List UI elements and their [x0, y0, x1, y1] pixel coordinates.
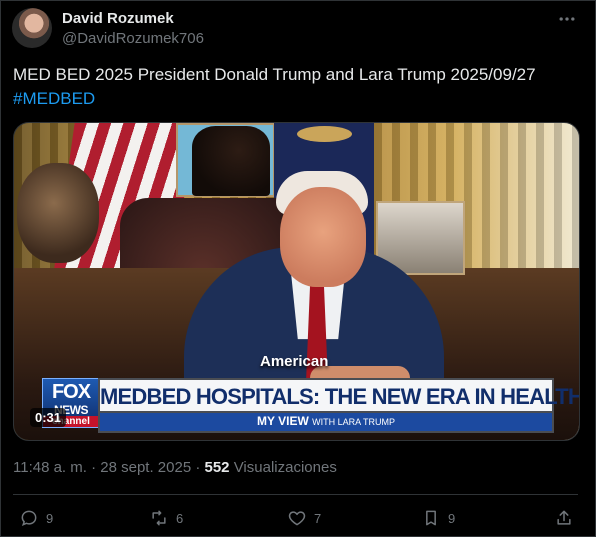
- news-lower-third: FOX NEWS channel MEDBED HOSPITALS: THE N…: [14, 375, 579, 440]
- divider: [13, 494, 578, 495]
- avatar[interactable]: [12, 8, 52, 48]
- channel-logo-fox: FOX: [51, 381, 91, 403]
- repost-icon: [152, 510, 166, 526]
- tweet-text: MED BED 2025 President Donald Trump and …: [13, 63, 573, 111]
- author-display-name[interactable]: David Rozumek: [62, 10, 174, 27]
- repost-button[interactable]: 6: [149, 506, 183, 530]
- reply-icon: [21, 510, 37, 526]
- author-handle[interactable]: @DavidRozumek706: [62, 30, 204, 47]
- tweet-time-date[interactable]: 11:48 a. m. · 28 sept. 2025 ·: [13, 459, 205, 476]
- like-count: 7: [314, 510, 322, 526]
- share-icon: [557, 510, 571, 525]
- views-label: Visualizaciones: [229, 459, 337, 476]
- subheadline-main: MY VIEW: [257, 414, 309, 428]
- hashtag-link[interactable]: #MEDBED: [13, 89, 95, 108]
- video-caption: American: [260, 353, 329, 370]
- face-shape: [280, 187, 366, 287]
- video-headline: MEDBED HOSPITALS: THE NEW ERA IN HEALTHC…: [100, 384, 579, 409]
- tweet-card[interactable]: David Rozumek @DavidRozumek706 MED BED 2…: [0, 0, 596, 537]
- presidential-seal-image: [297, 126, 352, 142]
- reply-button[interactable]: 9: [19, 506, 53, 530]
- video-player[interactable]: American FOX NEWS channel MEDBED HOSPITA…: [13, 122, 580, 441]
- repost-count: 6: [176, 510, 184, 526]
- tweet-body: MED BED 2025 President Donald Trump and …: [13, 65, 536, 84]
- subheadline-small: WITH LARA TRUMP: [312, 417, 395, 427]
- bookmark-button[interactable]: 9: [421, 506, 455, 530]
- video-duration: 0:31: [30, 408, 67, 427]
- headline-bar: MEDBED HOSPITALS: THE NEW ERA IN HEALTHC…: [98, 378, 579, 413]
- share-button[interactable]: [554, 506, 581, 530]
- bronze-bust-image: [17, 163, 99, 263]
- video-subheadline: MY VIEW WITH LARA TRUMP: [100, 414, 552, 428]
- tweet-meta: 11:48 a. m. · 28 sept. 2025 · 552 Visual…: [13, 459, 337, 476]
- like-button[interactable]: 7: [287, 506, 321, 530]
- reply-count: 9: [46, 510, 54, 526]
- speaker-image: [184, 147, 454, 407]
- subheadline-bar: MY VIEW WITH LARA TRUMP: [98, 411, 554, 433]
- heart-icon: [288, 511, 306, 526]
- more-icon[interactable]: [557, 9, 577, 29]
- bookmark-icon: [426, 510, 436, 526]
- bookmark-count: 9: [448, 510, 456, 526]
- views-count: 552: [204, 459, 230, 476]
